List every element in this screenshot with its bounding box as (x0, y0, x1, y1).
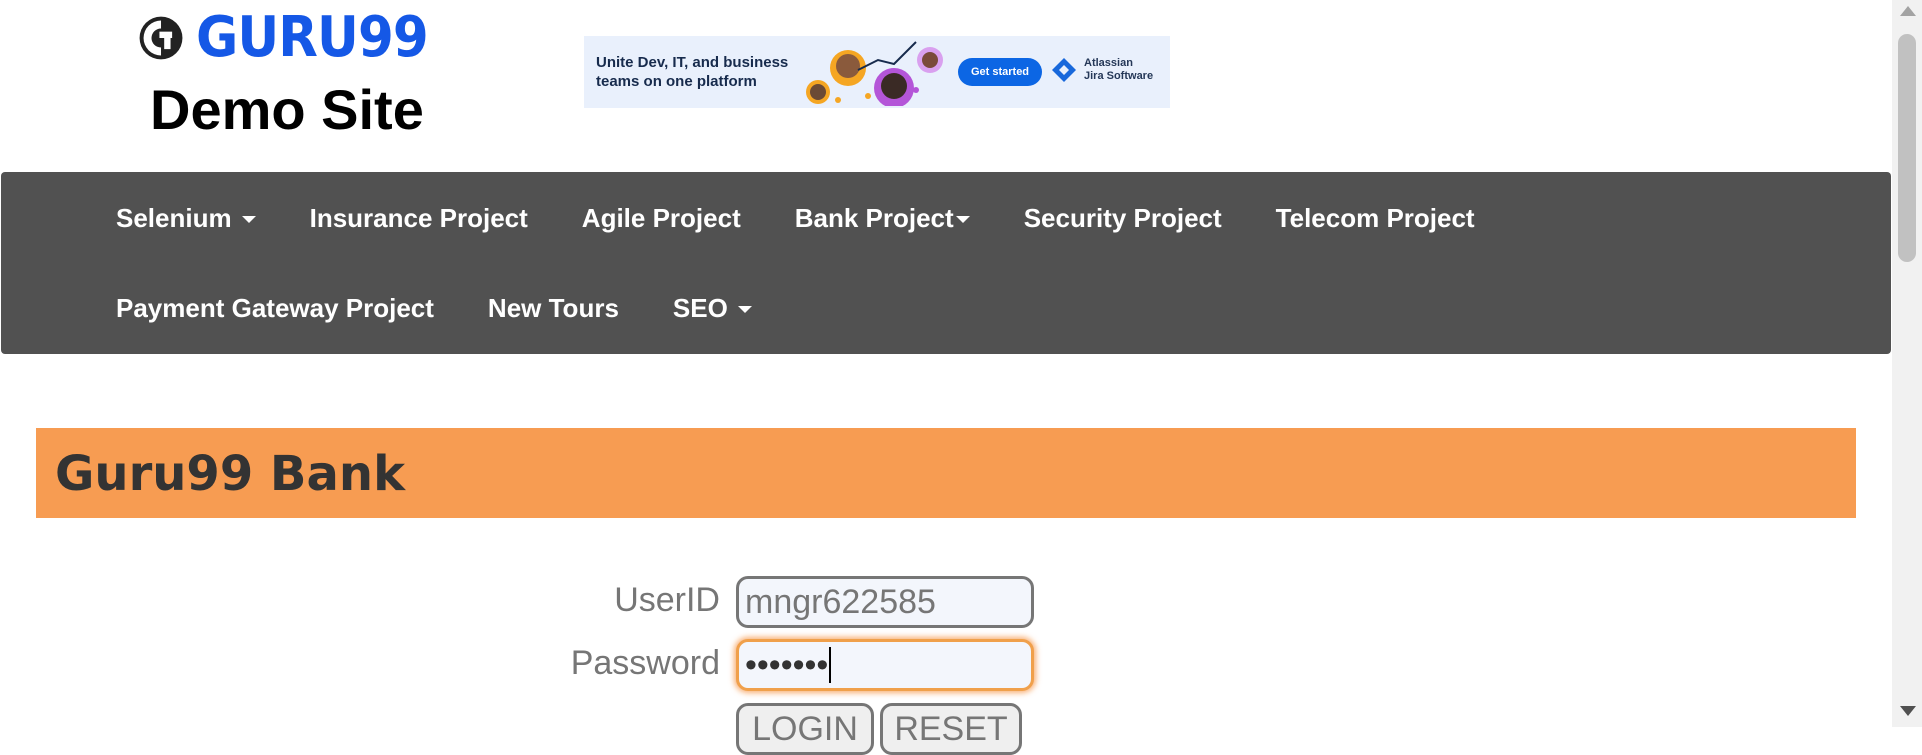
scrollbar-thumb[interactable] (1898, 34, 1916, 262)
nav-item-selenium[interactable]: Selenium (116, 203, 256, 234)
nav-item-label: Security Project (1023, 202, 1222, 233)
nav-item-payment-gateway-project[interactable]: Payment Gateway Project (116, 293, 434, 324)
ad-illustration-icon (806, 41, 943, 106)
ad-brand-line2: Jira Software (1084, 70, 1154, 82)
nav-item-label: Telecom Project (1275, 202, 1475, 233)
scroll-up-arrow-icon[interactable] (1900, 6, 1916, 16)
logo-text: GURU99 (196, 5, 429, 70)
chevron-down-icon (737, 306, 752, 313)
ad-brand: Atlassian Jira Software (1050, 56, 1153, 84)
site-title: Demo Site (150, 78, 424, 141)
nav-item-label: Insurance Project (309, 202, 528, 233)
ad-brand-line1: Atlassian (1084, 57, 1133, 69)
chevron-down-icon (955, 216, 970, 223)
jira-logo-icon (1052, 58, 1076, 82)
nav-item-telecom-project[interactable]: Telecom Project (1276, 203, 1475, 234)
nav-row-1: Selenium Insurance Project Agile Project… (116, 198, 1529, 238)
text-cursor (829, 647, 832, 683)
ad-brand-text: Atlassian Jira Software (1084, 57, 1153, 83)
bank-header-banner: Guru99 Bank (36, 428, 1856, 518)
userid-input[interactable] (736, 576, 1034, 628)
userid-label: UserID (614, 581, 720, 619)
chevron-down-icon (241, 216, 256, 223)
bank-title: Guru99 Bank (55, 446, 405, 502)
ad-headline: Unite Dev, IT, and business teams on one… (596, 54, 789, 90)
password-masked-value: ••••••• (745, 646, 829, 684)
nav-item-label: Selenium (116, 202, 232, 233)
nav-item-label: Bank Project (794, 202, 954, 233)
guru99-logo[interactable]: GURU99 (138, 10, 448, 66)
nav-item-seo[interactable]: SEO (673, 293, 752, 324)
password-label: Password (570, 644, 720, 682)
reset-button[interactable]: RESET (880, 703, 1022, 755)
nav-item-new-tours[interactable]: New Tours (488, 293, 619, 324)
nav-item-insurance-project[interactable]: Insurance Project (310, 203, 528, 234)
ad-get-started-button[interactable]: Get started (958, 58, 1042, 86)
vertical-scrollbar[interactable] (1892, 0, 1922, 727)
login-button[interactable]: LOGIN (736, 703, 874, 755)
nav-item-label: Payment Gateway Project (116, 292, 434, 323)
nav-item-security-project[interactable]: Security Project (1024, 203, 1222, 234)
nav-row-2: Payment Gateway Project New Tours SEO (116, 288, 806, 328)
guru99-logo-mark-icon (139, 16, 183, 60)
nav-item-bank-project[interactable]: Bank Project (795, 203, 970, 234)
nav-item-agile-project[interactable]: Agile Project (582, 203, 741, 234)
password-input[interactable]: ••••••• (736, 639, 1034, 691)
ad-banner[interactable]: Unite Dev, IT, and business teams on one… (584, 36, 1170, 108)
nav-item-label: SEO (672, 292, 728, 323)
nav-item-label: Agile Project (581, 202, 741, 233)
nav-item-label: New Tours (487, 292, 619, 323)
scroll-down-arrow-icon[interactable] (1900, 706, 1916, 716)
